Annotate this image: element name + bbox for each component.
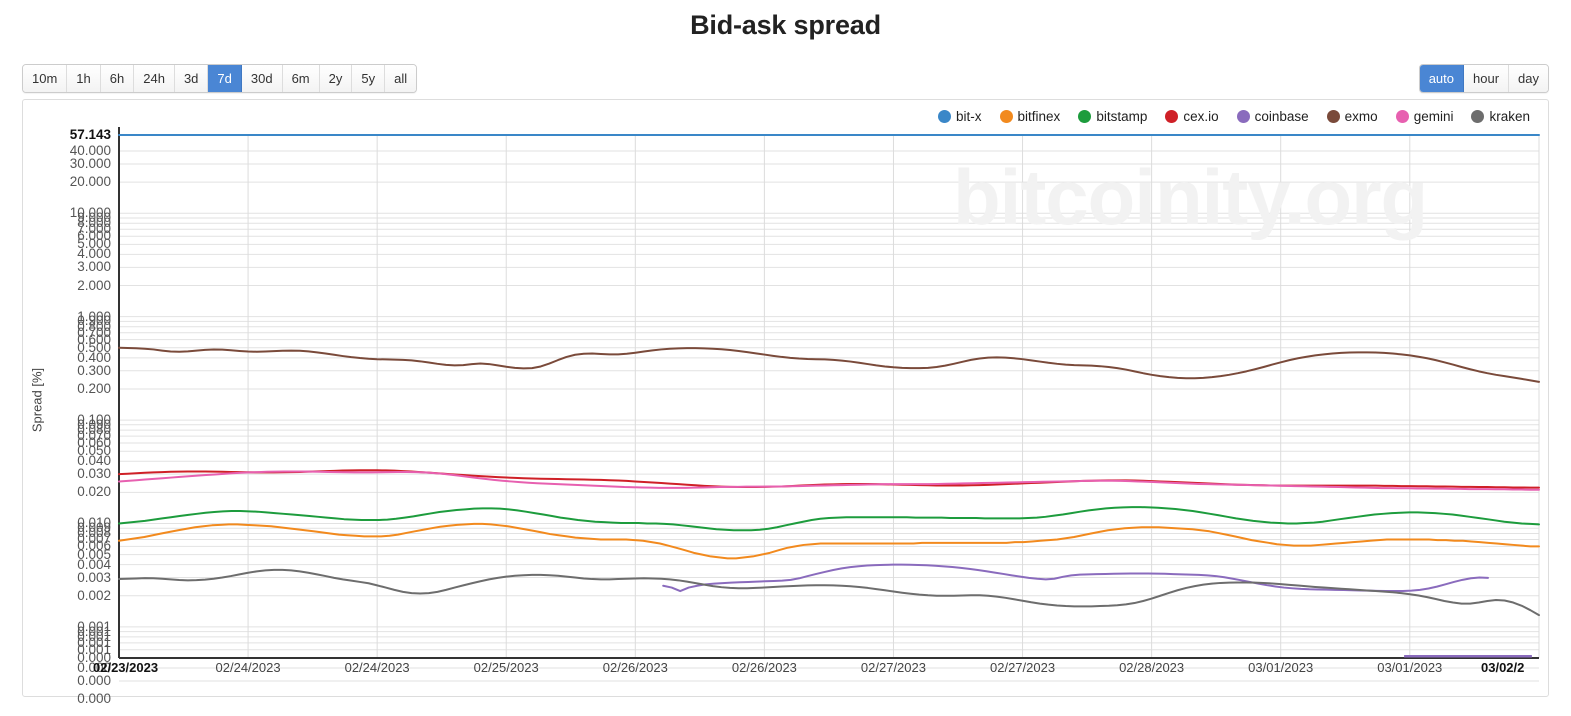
range-button-6m[interactable]: 6m <box>282 65 320 92</box>
y-tick-label: 3.000 <box>77 259 111 275</box>
range-button-30d[interactable]: 30d <box>241 65 283 92</box>
series-line-bitfinex <box>118 522 1540 560</box>
x-tick-label: 02/24/2023 <box>344 660 410 675</box>
chart-panel: bit-x bitfinex bitstamp cex.io coinbase exmo g… <box>22 99 1550 705</box>
x-tick-label: 02/24/2023 <box>215 660 281 675</box>
series-line-exmo <box>118 346 1540 383</box>
time-range-button-group[interactable]: 10m 1h 6h 24h 3d 7d 30d 6m 2y 5y all <box>22 64 418 93</box>
range-button-1h[interactable]: 1h <box>67 65 101 92</box>
range-button-7d[interactable]: 7d <box>208 65 242 92</box>
interval-button-group[interactable]: auto hour day <box>1418 64 1549 93</box>
y-tick-label: 0.020 <box>77 484 111 500</box>
page-title: Bid-ask spread <box>690 10 881 40</box>
x-tick-label: 02/25/2023 <box>473 660 539 675</box>
range-button-2y[interactable]: 2y <box>319 65 353 92</box>
x-tick-label: 02/23/2023 <box>93 660 159 675</box>
y-axis-title: Spread [%] <box>29 367 45 433</box>
x-tick-label: 03/01/2023 <box>1248 660 1314 675</box>
interval-button-auto[interactable]: auto <box>1419 65 1464 92</box>
plot-area: bitcoinity.org 57.143 40.000 30.000 20.000 1… <box>23 100 1550 705</box>
y-tick-label: 0.003 <box>77 569 111 585</box>
y-tick-label: 30.000 <box>69 155 111 171</box>
x-tick-label: 02/27/2023 <box>860 660 926 675</box>
y-tick-label: 0.200 <box>77 380 111 396</box>
series-line-bitstamp <box>118 506 1540 532</box>
range-button-10m[interactable]: 10m <box>23 65 68 92</box>
x-tick-label: 02/26/2023 <box>602 660 668 675</box>
interval-button-day[interactable]: day <box>1509 65 1548 92</box>
range-button-all[interactable]: all <box>385 65 417 92</box>
x-axis-tick-labels: 02/23/2023 02/24/2023 02/24/2023 02/25/2023… <box>23 660 1550 690</box>
y-tick-label: 0.000 <box>77 691 111 707</box>
interval-button-hour[interactable]: hour <box>1464 65 1510 92</box>
bid-ask-spread-page: Bid-ask spread 10m 1h 6h 24h 3d 7d 30d 6m 2y 5y al… <box>0 0 1571 716</box>
range-button-5y[interactable]: 5y <box>352 65 386 92</box>
y-tick-label: 0.030 <box>77 466 111 482</box>
y-tick-label: 2.000 <box>77 277 111 293</box>
y-tick-label: 0.300 <box>77 362 111 378</box>
range-button-6h[interactable]: 6h <box>100 65 135 92</box>
y-tick-label: 20.000 <box>69 174 111 190</box>
x-tick-label: 02/28/2023 <box>1119 660 1185 675</box>
x-tick-label: 02/27/2023 <box>989 660 1056 675</box>
series-line-kraken <box>118 568 1540 617</box>
y-tick-label: 57.143 <box>69 127 111 142</box>
x-tick-label: 02/26/2023 <box>731 660 797 675</box>
range-button-24h[interactable]: 24h <box>134 65 175 92</box>
y-tick-label: 0.002 <box>77 587 111 603</box>
range-button-3d[interactable]: 3d <box>174 65 209 92</box>
x-tick-label: 03/02/2 <box>1481 660 1525 675</box>
series-lines <box>118 134 1540 617</box>
x-tick-label: 03/01/2023 <box>1377 660 1443 675</box>
grid-lines <box>118 134 1540 682</box>
line-chart-svg <box>118 127 1540 682</box>
